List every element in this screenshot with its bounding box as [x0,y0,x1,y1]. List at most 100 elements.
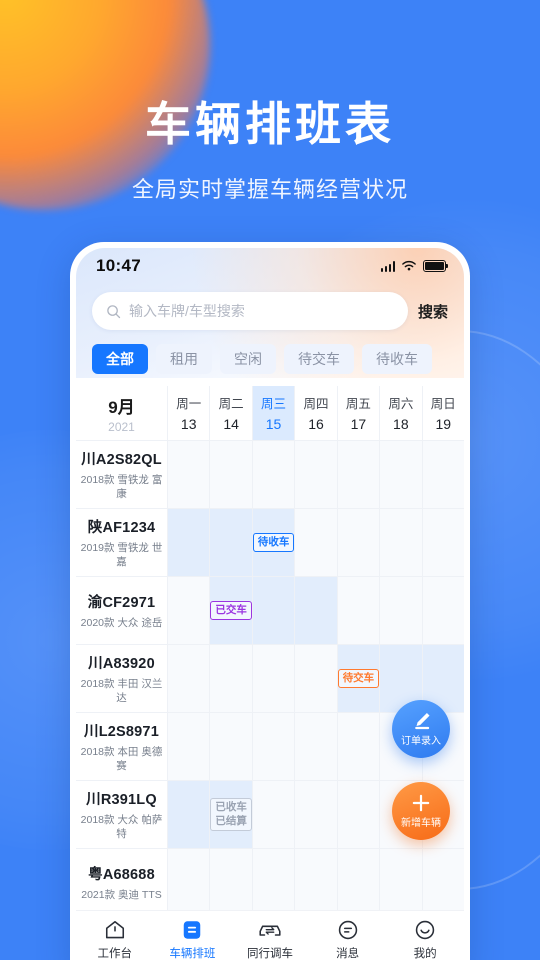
vehicle-info-cell[interactable]: 川A83920 2018款 丰田 汉兰达 [76,645,168,712]
vehicle-plate: 渝CF2971 [87,594,156,611]
plus-icon [410,793,432,813]
tab-label: 我的 [413,948,437,960]
table-row[interactable]: 粤A68688 2021款 奥迪 TTS [76,849,464,917]
schedule-cell[interactable] [252,645,296,712]
tab-vehicle-schedule[interactable]: 车辆排班 [154,918,232,960]
table-row[interactable]: 陕AF1234 2019款 雪铁龙 世嘉 待收车 [76,509,464,577]
wifi-icon [402,260,416,271]
schedule-cell[interactable] [210,713,253,780]
filter-chip-to-deliver[interactable]: 待交车 [284,344,354,374]
schedule-cell[interactable] [252,441,296,508]
schedule-cell[interactable] [168,849,211,916]
schedule-cell[interactable] [380,509,423,576]
schedule-cell[interactable] [337,849,381,916]
schedule-cell[interactable]: 待交车 [337,645,381,712]
vehicle-info-cell[interactable]: 川A2S82QL 2018款 雪铁龙 富康 [76,441,168,508]
schedule-cell[interactable] [380,577,423,644]
day-column-sat[interactable]: 周六 18 [380,386,423,440]
filter-chip-rented[interactable]: 租用 [156,344,212,374]
day-column-mon[interactable]: 周一 13 [168,386,211,440]
add-vehicle-fab[interactable]: 新增车辆 [392,782,450,840]
schedule-cell[interactable] [168,577,211,644]
schedule-cell[interactable] [337,577,381,644]
schedule-cell[interactable] [295,645,338,712]
vehicle-info-cell[interactable]: 粤A68688 2021款 奥迪 TTS [76,849,168,916]
filter-chip-idle[interactable]: 空闲 [220,344,276,374]
schedule-cell[interactable] [422,441,464,508]
schedule-cell[interactable]: 待收车 [252,509,296,576]
vehicle-info-cell[interactable]: 川R391LQ 2018款 大众 帕萨特 [76,781,168,848]
schedule-cell[interactable] [252,713,296,780]
schedule-cell[interactable] [252,781,296,848]
schedule-cell[interactable] [380,849,423,916]
day-column-thu[interactable]: 周四 16 [295,386,338,440]
vehicle-info-cell[interactable]: 渝CF2971 2020款 大众 途岳 [76,577,168,644]
schedule-cell[interactable] [210,441,253,508]
vehicle-model: 2018款 大众 帕萨特 [80,813,163,840]
day-weekday: 周五 [345,397,371,411]
status-badge[interactable]: 已交车 [210,600,252,621]
schedule-cell[interactable] [422,849,464,916]
schedule-cell[interactable] [168,645,211,712]
schedule-cell[interactable] [295,577,338,644]
profile-smiley-icon [414,918,436,941]
schedule-cell[interactable] [337,509,381,576]
schedule-cell[interactable] [295,781,338,848]
search-button[interactable]: 搜索 [418,301,448,322]
schedule-cell[interactable] [295,713,338,780]
status-badge[interactable]: 待交车 [337,668,380,689]
schedule-cell[interactable] [210,509,253,576]
vehicle-model: 2020款 大众 途岳 [80,616,163,629]
schedule-cell[interactable] [252,849,296,916]
status-badge[interactable]: 已收车 已结算 [210,798,252,831]
tab-messages[interactable]: 消息 [309,918,387,960]
schedule-cell[interactable]: 已收车 已结算 [210,781,253,848]
schedule-cell[interactable] [295,849,338,916]
status-bar: 10:47 [76,248,464,284]
schedule-cell[interactable] [295,509,338,576]
order-entry-fab[interactable]: 订单录入 [392,700,450,758]
tab-peer-dispatch[interactable]: 同行调车 [231,918,309,960]
day-column-sun[interactable]: 周日 19 [423,386,464,440]
table-row[interactable]: 渝CF2971 2020款 大众 途岳 已交车 [76,577,464,645]
schedule-cell[interactable]: 已交车 [210,577,253,644]
day-date: 19 [435,416,452,432]
schedule-cell[interactable] [168,441,211,508]
car-transfer-icon [258,918,282,941]
search-icon [107,304,121,318]
schedule-cell[interactable] [210,849,253,916]
page-subtitle: 全局实时掌握车辆经营状况 [131,177,408,202]
tab-profile[interactable]: 我的 [386,918,464,960]
schedule-cell[interactable] [252,577,296,644]
status-badge[interactable]: 待收车 [252,532,295,553]
day-date: 17 [350,416,367,432]
schedule-cell[interactable] [380,441,423,508]
vehicle-plate: 粤A68688 [88,866,155,883]
day-date: 13 [180,416,197,432]
schedule-cell[interactable] [337,713,381,780]
vehicle-info-cell[interactable]: 陕AF1234 2019款 雪铁龙 世嘉 [76,509,168,576]
schedule-cell[interactable] [168,781,211,848]
tab-label: 同行调车 [246,948,293,960]
schedule-cell[interactable] [422,577,464,644]
search-input[interactable]: 输入车牌/车型搜索 [92,292,408,330]
schedule-cell[interactable] [210,645,253,712]
tab-label: 车辆排班 [169,948,216,960]
schedule-cell[interactable] [337,441,381,508]
schedule-cell[interactable] [422,509,464,576]
day-column-tue[interactable]: 周二 14 [210,386,253,440]
filter-chip-to-return[interactable]: 待收车 [362,344,432,374]
vehicle-info-cell[interactable]: 川L2S8971 2018款 本田 奥德赛 [76,713,168,780]
schedule-cell[interactable] [168,713,211,780]
month-year-cell[interactable]: 9月 2021 [76,386,168,440]
schedule-header-row: 9月 2021 周一 13 周二 14 周三 15 周四 16 周五 17 周六… [76,386,464,441]
filter-chip-all[interactable]: 全部 [92,344,148,374]
day-column-wed-selected[interactable]: 周三 15 [252,386,296,440]
table-row[interactable]: 川A2S82QL 2018款 雪铁龙 富康 [76,441,464,509]
schedule-cell[interactable] [168,509,211,576]
day-column-fri[interactable]: 周五 17 [338,386,381,440]
schedule-cell[interactable] [337,781,381,848]
tab-workbench[interactable]: 工作台 [76,918,154,960]
phone-mockup: 10:47 输入车牌/车型搜索 搜索 全部 租用 空闲 待交车 待收车 9月 2… [70,242,470,960]
schedule-cell[interactable] [295,441,338,508]
